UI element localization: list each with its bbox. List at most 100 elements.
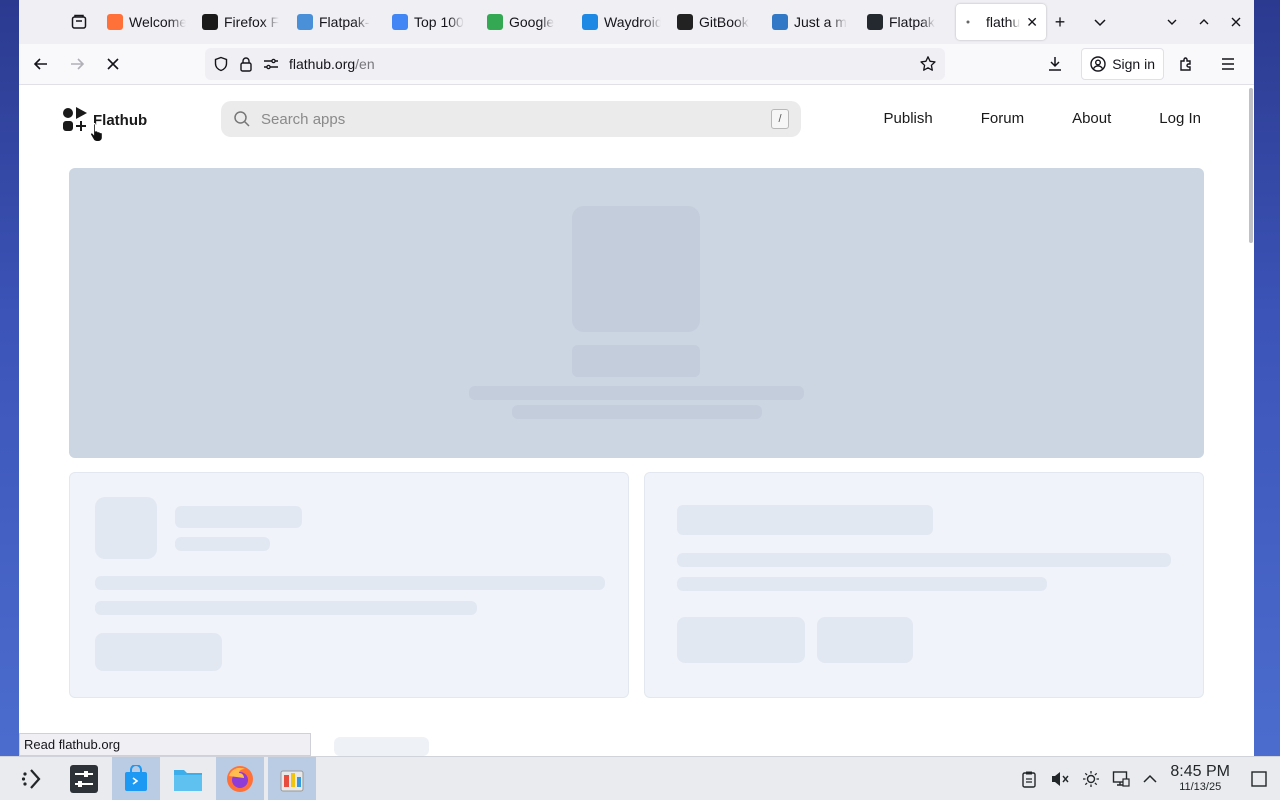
tab-label: flathu <box>986 14 1021 30</box>
search-placeholder: Search apps <box>261 110 346 128</box>
nav-login-link[interactable]: Log In <box>1159 110 1201 127</box>
store-bag-icon <box>125 764 147 791</box>
tab[interactable]: Firefox F <box>194 4 289 40</box>
navigation-toolbar: flathub.org/en Sign in <box>19 44 1254 85</box>
skeleton-title <box>572 345 700 377</box>
skeleton-title <box>175 506 302 528</box>
tab-label: Top 100 <box>414 14 464 30</box>
tab[interactable]: Welcome <box>99 4 194 40</box>
clipboard-icon[interactable] <box>1020 770 1038 788</box>
terminal-icon <box>202 14 218 30</box>
hero-loading-skeleton <box>69 168 1204 458</box>
hand-cursor-icon <box>90 123 103 142</box>
stop-x-icon <box>107 58 119 70</box>
site-nav: Publish Forum About Log In <box>884 110 1201 127</box>
url-text[interactable]: flathub.org/en <box>289 56 375 72</box>
back-button[interactable] <box>25 48 57 80</box>
taskbar-app[interactable] <box>268 756 316 800</box>
taskbar-file-manager[interactable] <box>164 757 212 800</box>
permissions-icon[interactable] <box>263 57 279 71</box>
hamburger-menu-icon <box>1222 58 1234 70</box>
chevron-up-icon[interactable] <box>1142 771 1158 787</box>
skeleton-line <box>677 553 1171 567</box>
nav-publish-link[interactable]: Publish <box>884 110 933 127</box>
tab-list: Welcome Firefox F Flatpak- Top 100 Google Way… <box>99 4 1046 40</box>
close-tab-icon[interactable]: ✕ <box>1026 14 1038 31</box>
taskbar-discover[interactable] <box>112 756 160 800</box>
skeleton-icon <box>95 497 157 559</box>
application-launcher[interactable] <box>8 757 56 800</box>
tab[interactable]: GitBook <box>669 4 764 40</box>
status-panel: Read flathub.org <box>19 733 311 756</box>
forward-button[interactable] <box>61 48 93 80</box>
system-tray: 8:45 PM 11/13/25 <box>1020 764 1280 793</box>
github-icon <box>867 14 883 30</box>
loading-icon <box>964 14 980 30</box>
nav-about-link[interactable]: About <box>1072 110 1111 127</box>
volume-muted-icon[interactable] <box>1050 770 1070 788</box>
tab[interactable]: Flatpak- <box>289 4 384 40</box>
tab-label: Waydroid <box>604 14 661 30</box>
arrow-left-icon <box>33 58 47 70</box>
new-tab-button[interactable]: + <box>1046 8 1074 36</box>
download-icon <box>1049 57 1062 71</box>
bookmark-star-icon[interactable] <box>919 55 937 73</box>
chevron-down-icon <box>1094 19 1106 27</box>
close-window-button[interactable] <box>1222 8 1250 36</box>
list-all-tabs-button[interactable] <box>1086 8 1114 36</box>
skeleton-line <box>469 386 804 400</box>
app-menu-button[interactable] <box>1212 48 1244 80</box>
nav-forum-link[interactable]: Forum <box>981 110 1024 127</box>
minimize-icon <box>1167 19 1177 25</box>
stop-loading-button[interactable] <box>97 48 129 80</box>
firefox-icon <box>227 765 253 792</box>
firefox-view-button[interactable] <box>59 0 99 44</box>
brightness-icon[interactable] <box>1082 770 1100 788</box>
address-bar[interactable]: flathub.org/en <box>205 48 945 80</box>
tab[interactable]: Waydroid <box>574 4 669 40</box>
tab[interactable]: Google <box>479 4 574 40</box>
extensions-button[interactable] <box>1170 48 1202 80</box>
sign-in-label: Sign in <box>1112 56 1155 72</box>
minimize-button[interactable] <box>1158 8 1186 36</box>
tracking-protection-shield-icon[interactable] <box>213 56 229 72</box>
taskbar-firefox[interactable] <box>216 756 264 800</box>
launcher-icon <box>21 768 41 789</box>
url-path: /en <box>355 56 375 72</box>
taskbar: 8:45 PM 11/13/25 <box>0 756 1280 800</box>
digital-clock[interactable]: 8:45 PM 11/13/25 <box>1170 764 1230 793</box>
package-icon <box>280 770 304 791</box>
lock-icon[interactable] <box>239 56 253 72</box>
close-icon <box>1231 17 1241 27</box>
network-wired-icon[interactable] <box>1112 770 1131 788</box>
firefox-view-icon <box>71 14 87 29</box>
downloads-button[interactable] <box>1039 48 1071 80</box>
skeleton-line <box>95 601 477 615</box>
page-scrollbar[interactable] <box>1249 88 1253 243</box>
puzzle-piece-icon <box>1180 57 1191 71</box>
clock-date: 11/13/25 <box>1179 781 1222 793</box>
search-icon <box>234 111 250 127</box>
firefox-icon <box>107 14 123 30</box>
flathub-logo-link[interactable]: Flathub <box>61 106 147 142</box>
tab[interactable]: Just a m <box>764 4 859 40</box>
skeleton-line <box>334 737 429 756</box>
skeleton-button <box>95 633 222 671</box>
search-apps-input[interactable]: Search apps / <box>221 101 801 137</box>
sign-in-button[interactable]: Sign in <box>1081 48 1164 80</box>
taskbar-system-settings[interactable] <box>60 757 108 800</box>
maximize-button[interactable] <box>1190 8 1218 36</box>
ts-icon <box>772 14 788 30</box>
tab-bar: Welcome Firefox F Flatpak- Top 100 Google Way… <box>19 0 1254 44</box>
tab[interactable]: Top 100 <box>384 4 479 40</box>
tab-label: Flatpak- <box>319 14 370 30</box>
show-desktop-icon[interactable] <box>1250 770 1268 788</box>
tab-label: Firefox F <box>224 14 280 30</box>
gitbook-icon <box>677 14 693 30</box>
maximize-icon <box>1199 19 1209 25</box>
tab-active[interactable]: flathu ✕ <box>956 4 1046 40</box>
tab[interactable]: Flatpak <box>859 4 954 40</box>
account-icon <box>1090 56 1106 72</box>
tab-label: Just a m <box>794 14 847 30</box>
google-g-icon <box>392 14 408 30</box>
